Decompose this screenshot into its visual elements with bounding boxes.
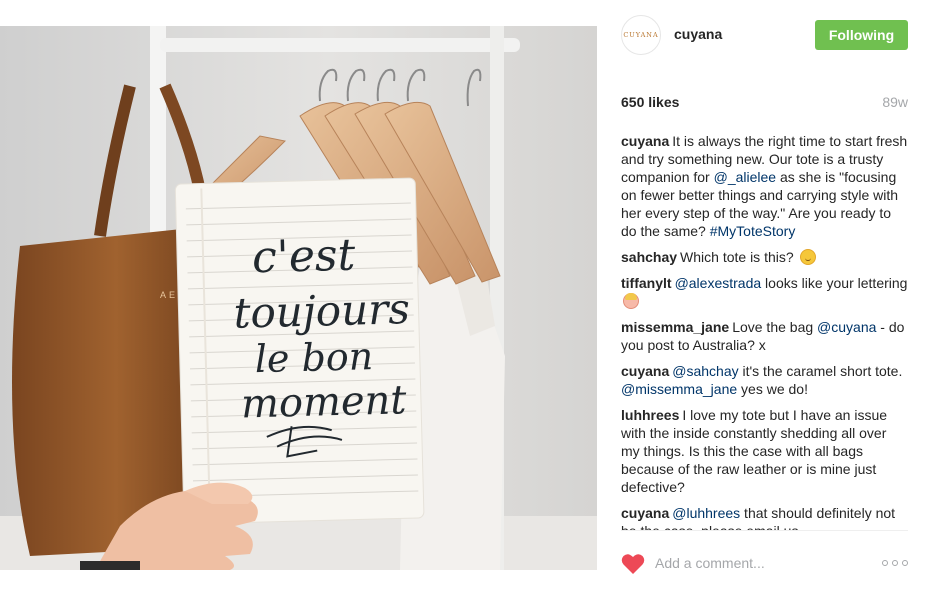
post-stats: 650 likes 89w <box>621 94 908 114</box>
comment-username[interactable]: luhhrees <box>621 407 679 423</box>
comment-username[interactable]: sahchay <box>621 249 677 265</box>
comment-item: luhhrees I love my tote but I have an iss… <box>621 406 908 496</box>
author-username[interactable]: cuyana <box>674 26 722 42</box>
comment-item: cuyana It is always the right time to sta… <box>621 132 908 240</box>
comment-item: missemma_jane Love the bag @cuyana - do y… <box>621 318 908 354</box>
comment-item: tiffanylt @alexestrada looks like your le… <box>621 274 908 310</box>
comment-item: cuyana @luhhrees that should definitely n… <box>621 504 908 530</box>
comments-list[interactable]: cuyana It is always the right time to sta… <box>621 132 908 530</box>
face-emoji-icon <box>623 293 639 309</box>
notebook-line-1: c'est <box>251 230 356 284</box>
mention-link[interactable]: @alexestrada <box>675 275 762 291</box>
photo-illustration: AEL c'est toujours le bon moment <box>0 26 597 570</box>
notebook-line-4: moment <box>240 377 408 427</box>
avatar[interactable]: CUYANA <box>621 15 661 55</box>
comment-text: looks like your lettering <box>761 275 908 291</box>
comment-username[interactable]: missemma_jane <box>621 319 729 335</box>
comment-username[interactable]: tiffanylt <box>621 275 672 291</box>
mention-link[interactable]: @missemma_jane <box>621 381 737 397</box>
mention-link[interactable]: @luhhrees <box>672 505 740 521</box>
comment-username[interactable]: cuyana <box>621 133 669 149</box>
mention-link[interactable]: @_alielee <box>714 169 776 185</box>
comment-item: sahchay Which tote is this? <box>621 248 908 266</box>
post-header: CUYANA cuyana Following <box>621 15 908 55</box>
comment-item: cuyana @sahchay it's the caramel short to… <box>621 362 908 398</box>
comment-text: yes we do! <box>737 381 808 397</box>
comment-text: Which tote is this? <box>680 249 798 265</box>
post-footer <box>621 530 908 595</box>
smile-emoji-icon <box>799 249 816 265</box>
post-photo[interactable]: AEL c'est toujours le bon moment <box>0 26 597 570</box>
mention-link[interactable]: @sahchay <box>672 363 738 379</box>
avatar-logo-text: CUYANA <box>623 31 659 39</box>
following-button[interactable]: Following <box>815 20 908 50</box>
more-options-icon[interactable] <box>882 553 908 573</box>
post-age[interactable]: 89w <box>882 94 908 110</box>
post-sidebar: CUYANA cuyana Following 650 likes 89w cu… <box>597 0 928 595</box>
likes-count[interactable]: 650 likes <box>621 94 679 110</box>
notebook-line-3: le bon <box>254 334 374 381</box>
more-dot <box>892 560 898 566</box>
comment-username[interactable]: cuyana <box>621 363 669 379</box>
more-dot <box>882 560 888 566</box>
hashtag-link[interactable]: #MyToteStory <box>710 223 796 239</box>
mention-link[interactable]: @cuyana <box>817 319 876 335</box>
comment-text: Love the bag <box>732 319 818 335</box>
comment-username[interactable]: cuyana <box>621 505 669 521</box>
comment-text: it's the caramel short tote. <box>738 363 903 379</box>
notebook-line-2: toujours <box>233 284 410 338</box>
add-comment-input[interactable] <box>655 552 870 574</box>
heart-icon[interactable] <box>621 553 645 575</box>
more-dot <box>902 560 908 566</box>
